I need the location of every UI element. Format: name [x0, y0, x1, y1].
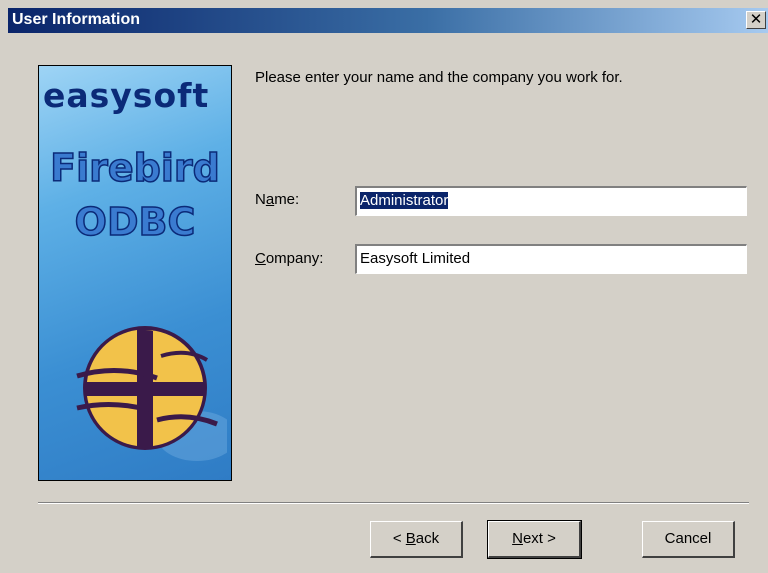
company-field[interactable]: Easysoft Limited	[355, 244, 747, 274]
product-name-line1: Firebird	[49, 145, 220, 191]
next-button[interactable]: Next >	[487, 520, 582, 559]
company-field-value: Easysoft Limited	[360, 250, 471, 267]
name-field[interactable]: Administrator	[355, 186, 747, 216]
company-label: Company:	[255, 250, 324, 267]
instruction-text: Please enter your name and the company y…	[255, 69, 623, 86]
easysoft-globe-logo-icon	[76, 326, 227, 461]
product-name-line2: ODBC	[74, 199, 196, 245]
cancel-button[interactable]: Cancel	[642, 521, 735, 558]
user-information-dialog: User Information ✕ easysoft Firebird ODB…	[0, 0, 768, 573]
brand-logo-text: easysoft	[43, 76, 210, 115]
button-separator	[38, 502, 749, 504]
name-label: Name:	[255, 191, 300, 208]
close-icon: ✕	[749, 10, 763, 28]
name-field-value: Administrator	[360, 192, 449, 209]
title-bar: User Information ✕	[8, 8, 768, 33]
back-button[interactable]: < Back	[370, 521, 463, 558]
close-button[interactable]: ✕	[746, 11, 766, 29]
dialog-title: User Information	[12, 11, 141, 28]
sidebar-banner: easysoft Firebird ODBC	[38, 65, 232, 481]
